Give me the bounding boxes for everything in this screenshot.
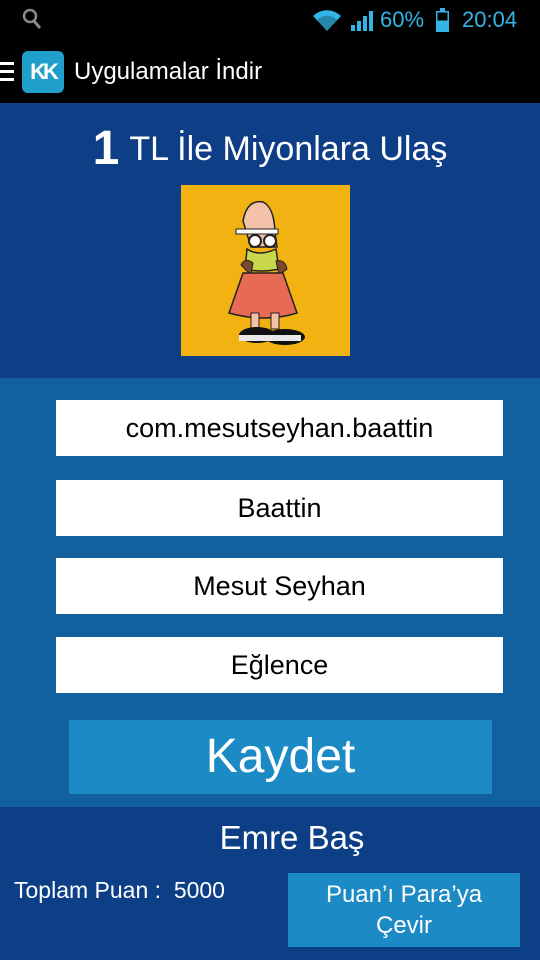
menu-icon[interactable]	[0, 62, 14, 82]
convert-label-line1: Puan’ı Para’ya	[325, 881, 483, 908]
action-bar: KK Uygulamalar İndir	[0, 40, 540, 103]
search-icon	[22, 8, 42, 29]
status-bar: 60% 20:04	[0, 0, 540, 40]
user-footer: Emre Baş Toplam Puan : 5000 Puan’ı Para’…	[0, 807, 540, 960]
app-image	[181, 185, 350, 356]
app-form: com.mesutseyhan.baattin Baattin Mesut Se…	[0, 378, 540, 807]
battery-icon	[436, 8, 449, 32]
user-name: Emre Baş	[219, 819, 365, 856]
headline: 1 TL İle Miyonlara Ulaş	[0, 121, 540, 176]
package-name-field[interactable]: com.mesutseyhan.baattin	[56, 400, 503, 456]
category-field[interactable]: Eğlence	[56, 637, 503, 693]
battery-percent: 60%	[380, 7, 425, 32]
convert-label-line2: Çevir	[375, 912, 432, 939]
app-logo[interactable]: KK	[22, 51, 64, 93]
page-title: Uygulamalar İndir	[74, 58, 263, 85]
cartoon-character-image	[228, 200, 305, 345]
app-hero: 1 TL İle Miyonlara Ulaş	[0, 103, 540, 378]
headline-number: 1	[92, 122, 120, 175]
total-points: Toplam Puan : 5000	[14, 877, 225, 904]
developer-field[interactable]: Mesut Seyhan	[56, 558, 503, 614]
clock: 20:04	[462, 7, 518, 32]
signal-icon	[351, 11, 373, 31]
convert-points-button[interactable]: Puan’ı Para’ya Çevir	[288, 873, 520, 947]
headline-text: TL İle Miyonlara Ulaş	[129, 130, 448, 168]
app-name-field[interactable]: Baattin	[56, 480, 503, 536]
save-button[interactable]: Kaydet	[69, 720, 492, 794]
points-label: Toplam Puan :	[14, 877, 162, 903]
wifi-icon	[313, 10, 341, 31]
points-value: 5000	[173, 877, 225, 903]
